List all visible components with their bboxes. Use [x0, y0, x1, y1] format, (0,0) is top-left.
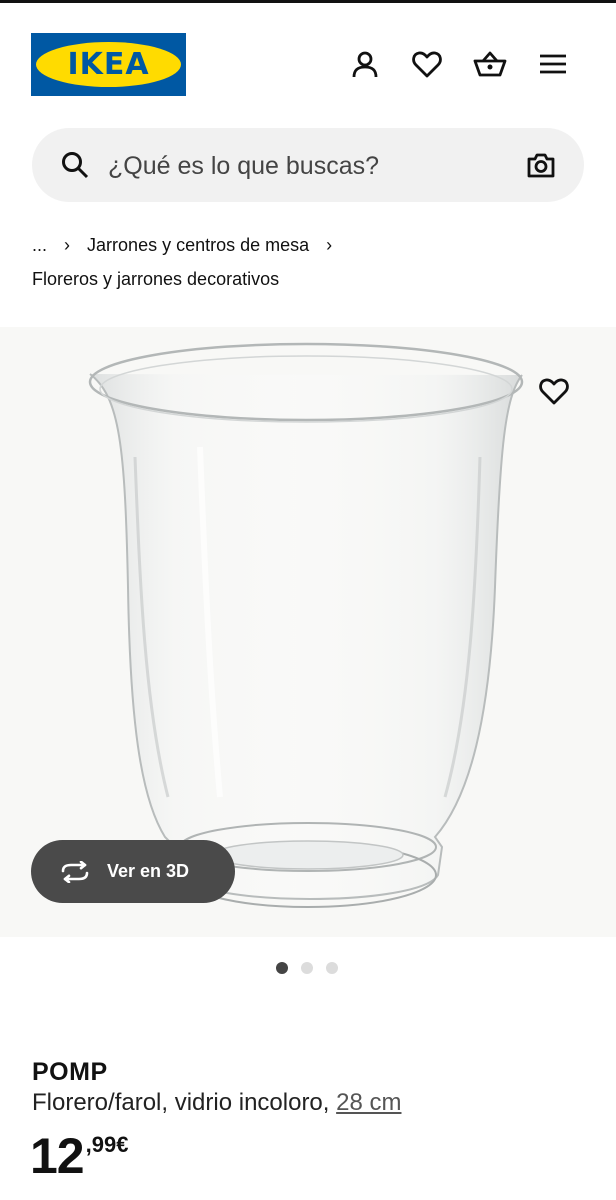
gallery-dot-3[interactable]	[326, 962, 338, 974]
search-bar[interactable]	[32, 128, 584, 202]
view-in-3d-label: Ver en 3D	[107, 861, 190, 881]
gallery-dot-2[interactable]	[301, 962, 313, 974]
rotate-3d-icon	[59, 860, 91, 883]
search-icon	[60, 150, 90, 185]
breadcrumb-current[interactable]: Floreros y jarrones decorativos	[32, 269, 279, 289]
price-decimal: ,99€	[85, 1132, 129, 1157]
breadcrumb-ellipsis[interactable]: ...	[32, 235, 47, 255]
product-description-text: Florero/farol, vidrio incoloro,	[32, 1089, 330, 1116]
breadcrumb: ... › Jarrones y centros de mesa › Flore…	[32, 228, 592, 296]
gallery-dot-1[interactable]	[276, 962, 288, 974]
top-border	[0, 0, 616, 3]
chevron-right-icon: ›	[64, 235, 71, 255]
heart-icon	[539, 378, 569, 405]
basket-icon[interactable]	[472, 46, 508, 82]
search-input[interactable]	[106, 146, 530, 186]
breadcrumb-parent-link[interactable]: Jarrones y centros de mesa	[87, 235, 309, 255]
add-to-favourites-button[interactable]	[534, 371, 574, 411]
heart-icon[interactable]	[409, 46, 445, 82]
ikea-logo[interactable]: IKEA	[31, 33, 186, 96]
product-description: Florero/farol, vidrio incoloro, 28 cm	[32, 1089, 401, 1117]
chevron-right-icon: ›	[326, 235, 333, 255]
menu-icon[interactable]	[535, 46, 571, 82]
product-size-link[interactable]: 28 cm	[336, 1089, 401, 1116]
gallery-pagination	[276, 962, 338, 974]
user-icon[interactable]	[347, 46, 383, 82]
price-integer: 12	[30, 1128, 85, 1184]
camera-icon[interactable]	[526, 150, 556, 185]
view-in-3d-button[interactable]: Ver en 3D	[31, 840, 235, 903]
product-price: 12 ,99€	[30, 1128, 128, 1184]
product-name: POMP	[32, 1058, 108, 1086]
logo-text: IKEA	[67, 47, 150, 82]
